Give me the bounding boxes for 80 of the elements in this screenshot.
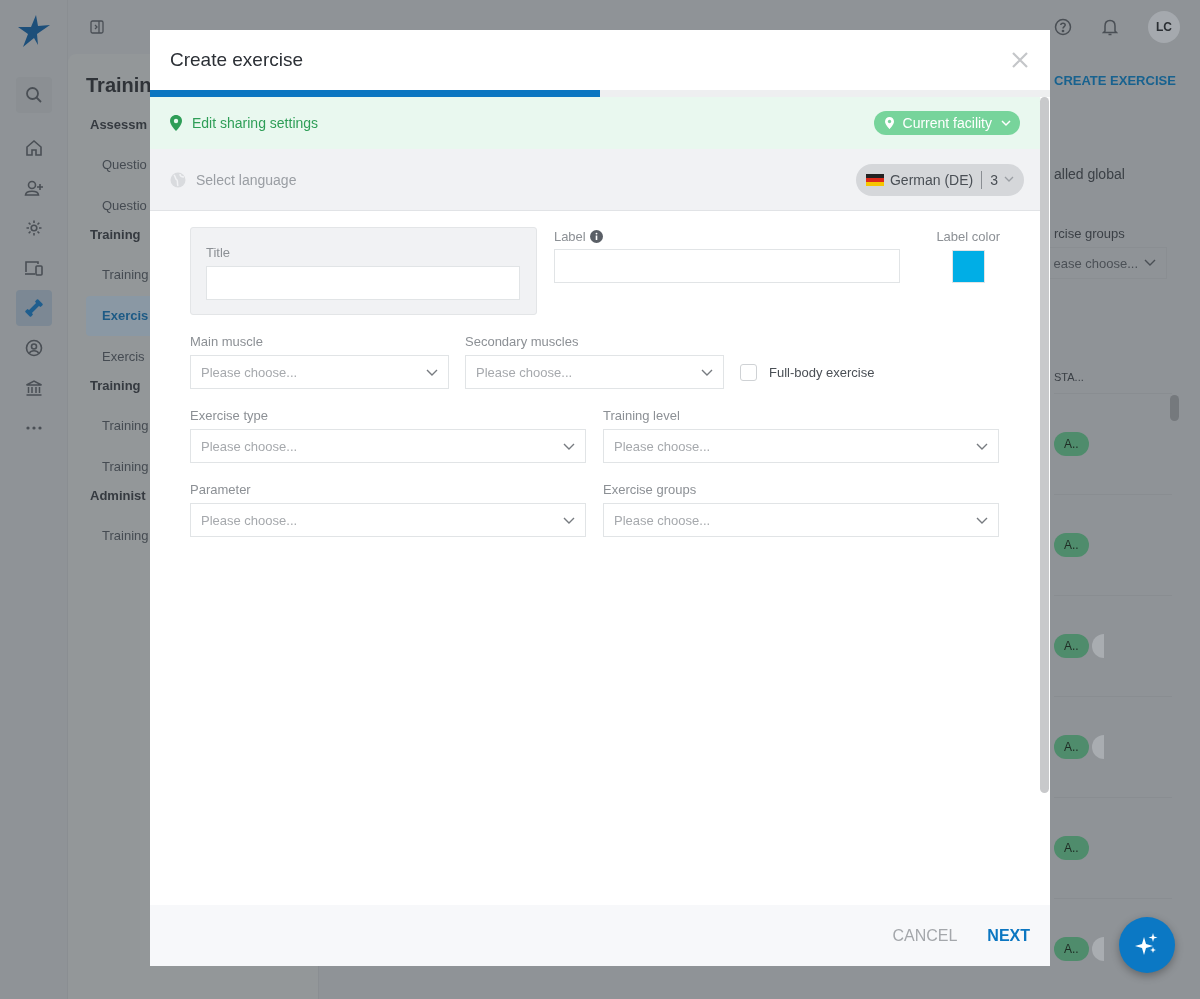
status-badge: A.. [1054,937,1089,961]
sidebar-group-title: Training [90,227,141,244]
sidebar-group-title: Training [90,378,141,395]
status-badge: A.. [1054,432,1089,456]
location-pin-icon [170,115,182,131]
label-input[interactable] [553,249,901,283]
sidebar-item[interactable]: Exercis [86,337,153,377]
tag-chip [1091,937,1104,961]
select-language-label: Select language [196,171,297,188]
chevron-down-icon [563,442,575,450]
select-field[interactable]: Please choose... [190,355,449,389]
sidebar-heading: Trainin [86,74,153,97]
flag-icon [865,173,884,186]
field-label: Label [553,229,586,244]
field-label: Parameter [190,482,252,497]
dialog-title: Create exercise [170,49,304,71]
color-swatch[interactable] [951,250,985,283]
select-placeholder: ease choose... [1053,255,1138,271]
filter-label: rcise groups [1054,226,1126,241]
cancel-button[interactable]: CANCEL [882,918,968,953]
sidebar-group-title: Assessm [90,117,148,134]
field-label: Main muscle [190,334,264,349]
chevron-down-icon [563,516,575,524]
more-icon [25,426,42,430]
chevron-down-icon [976,516,988,524]
checkbox[interactable] [740,363,757,381]
language-dropdown[interactable]: German (DE) 3 [855,163,1024,196]
facility-dropdown[interactable]: Current facility [873,111,1020,135]
field-label: Secondary muscles [465,334,580,349]
field-label: Exercise type [190,408,270,423]
title-input[interactable] [206,266,520,300]
select-field[interactable]: Please choose... [190,429,586,463]
location-pin-icon [884,117,894,129]
create-exercise-link[interactable]: CREATE EXERCISE [1054,73,1176,88]
select-field[interactable]: Please choose... [603,503,999,537]
status-badge: A.. [1054,735,1089,759]
field-label: Exercise groups [603,482,698,497]
status-badge: A.. [1054,533,1089,557]
select-field[interactable]: Please choose... [190,503,586,537]
field-label: Title [206,245,232,260]
scrollbar-thumb[interactable] [1040,97,1049,793]
search-icon [24,86,43,104]
nav-button[interactable] [15,290,52,326]
devices-icon [23,259,44,277]
field-label: Training level [603,408,681,423]
sharing-settings-link[interactable]: Edit sharing settings [192,115,319,131]
home-icon [24,139,43,157]
dumbbell-icon [23,298,44,318]
bell-icon[interactable] [1102,18,1118,36]
chevron-down-icon [976,442,988,450]
chevron-down-icon [426,368,438,376]
info-icon [589,230,603,243]
tag-chip [1091,735,1104,759]
column-header: STA... [1054,371,1084,385]
select-field[interactable]: Please choose... [465,355,724,389]
scrollbar-thumb[interactable] [1170,395,1179,421]
user-circle-icon [24,339,43,357]
description-text: alled global [1054,166,1126,182]
select-field[interactable]: Please choose... [603,429,999,463]
field-label: Label color [936,229,1000,244]
status-badge: A.. [1054,634,1089,658]
globe-icon [170,171,186,188]
search-button[interactable] [15,77,52,113]
tag-chip [1091,634,1104,658]
next-button[interactable]: NEXT [977,918,1040,953]
close-icon[interactable] [1012,52,1028,68]
avatar[interactable]: LC [1148,11,1180,43]
sidebar-group-title: Administ [90,488,146,505]
checkbox-label: Full-body exercise [769,364,875,380]
chevron-down-icon [1004,176,1014,183]
help-icon[interactable] [1054,18,1072,36]
assistant-button[interactable] [1119,917,1175,973]
settings-icon [24,219,43,237]
chevron-down-icon [1144,259,1156,267]
user-add-icon [23,179,44,197]
chevron-down-icon [701,368,713,376]
bank-icon [24,379,43,397]
chevron-down-icon [1001,119,1011,127]
panel-toggle-icon[interactable] [90,20,104,34]
status-badge: A.. [1054,836,1089,860]
